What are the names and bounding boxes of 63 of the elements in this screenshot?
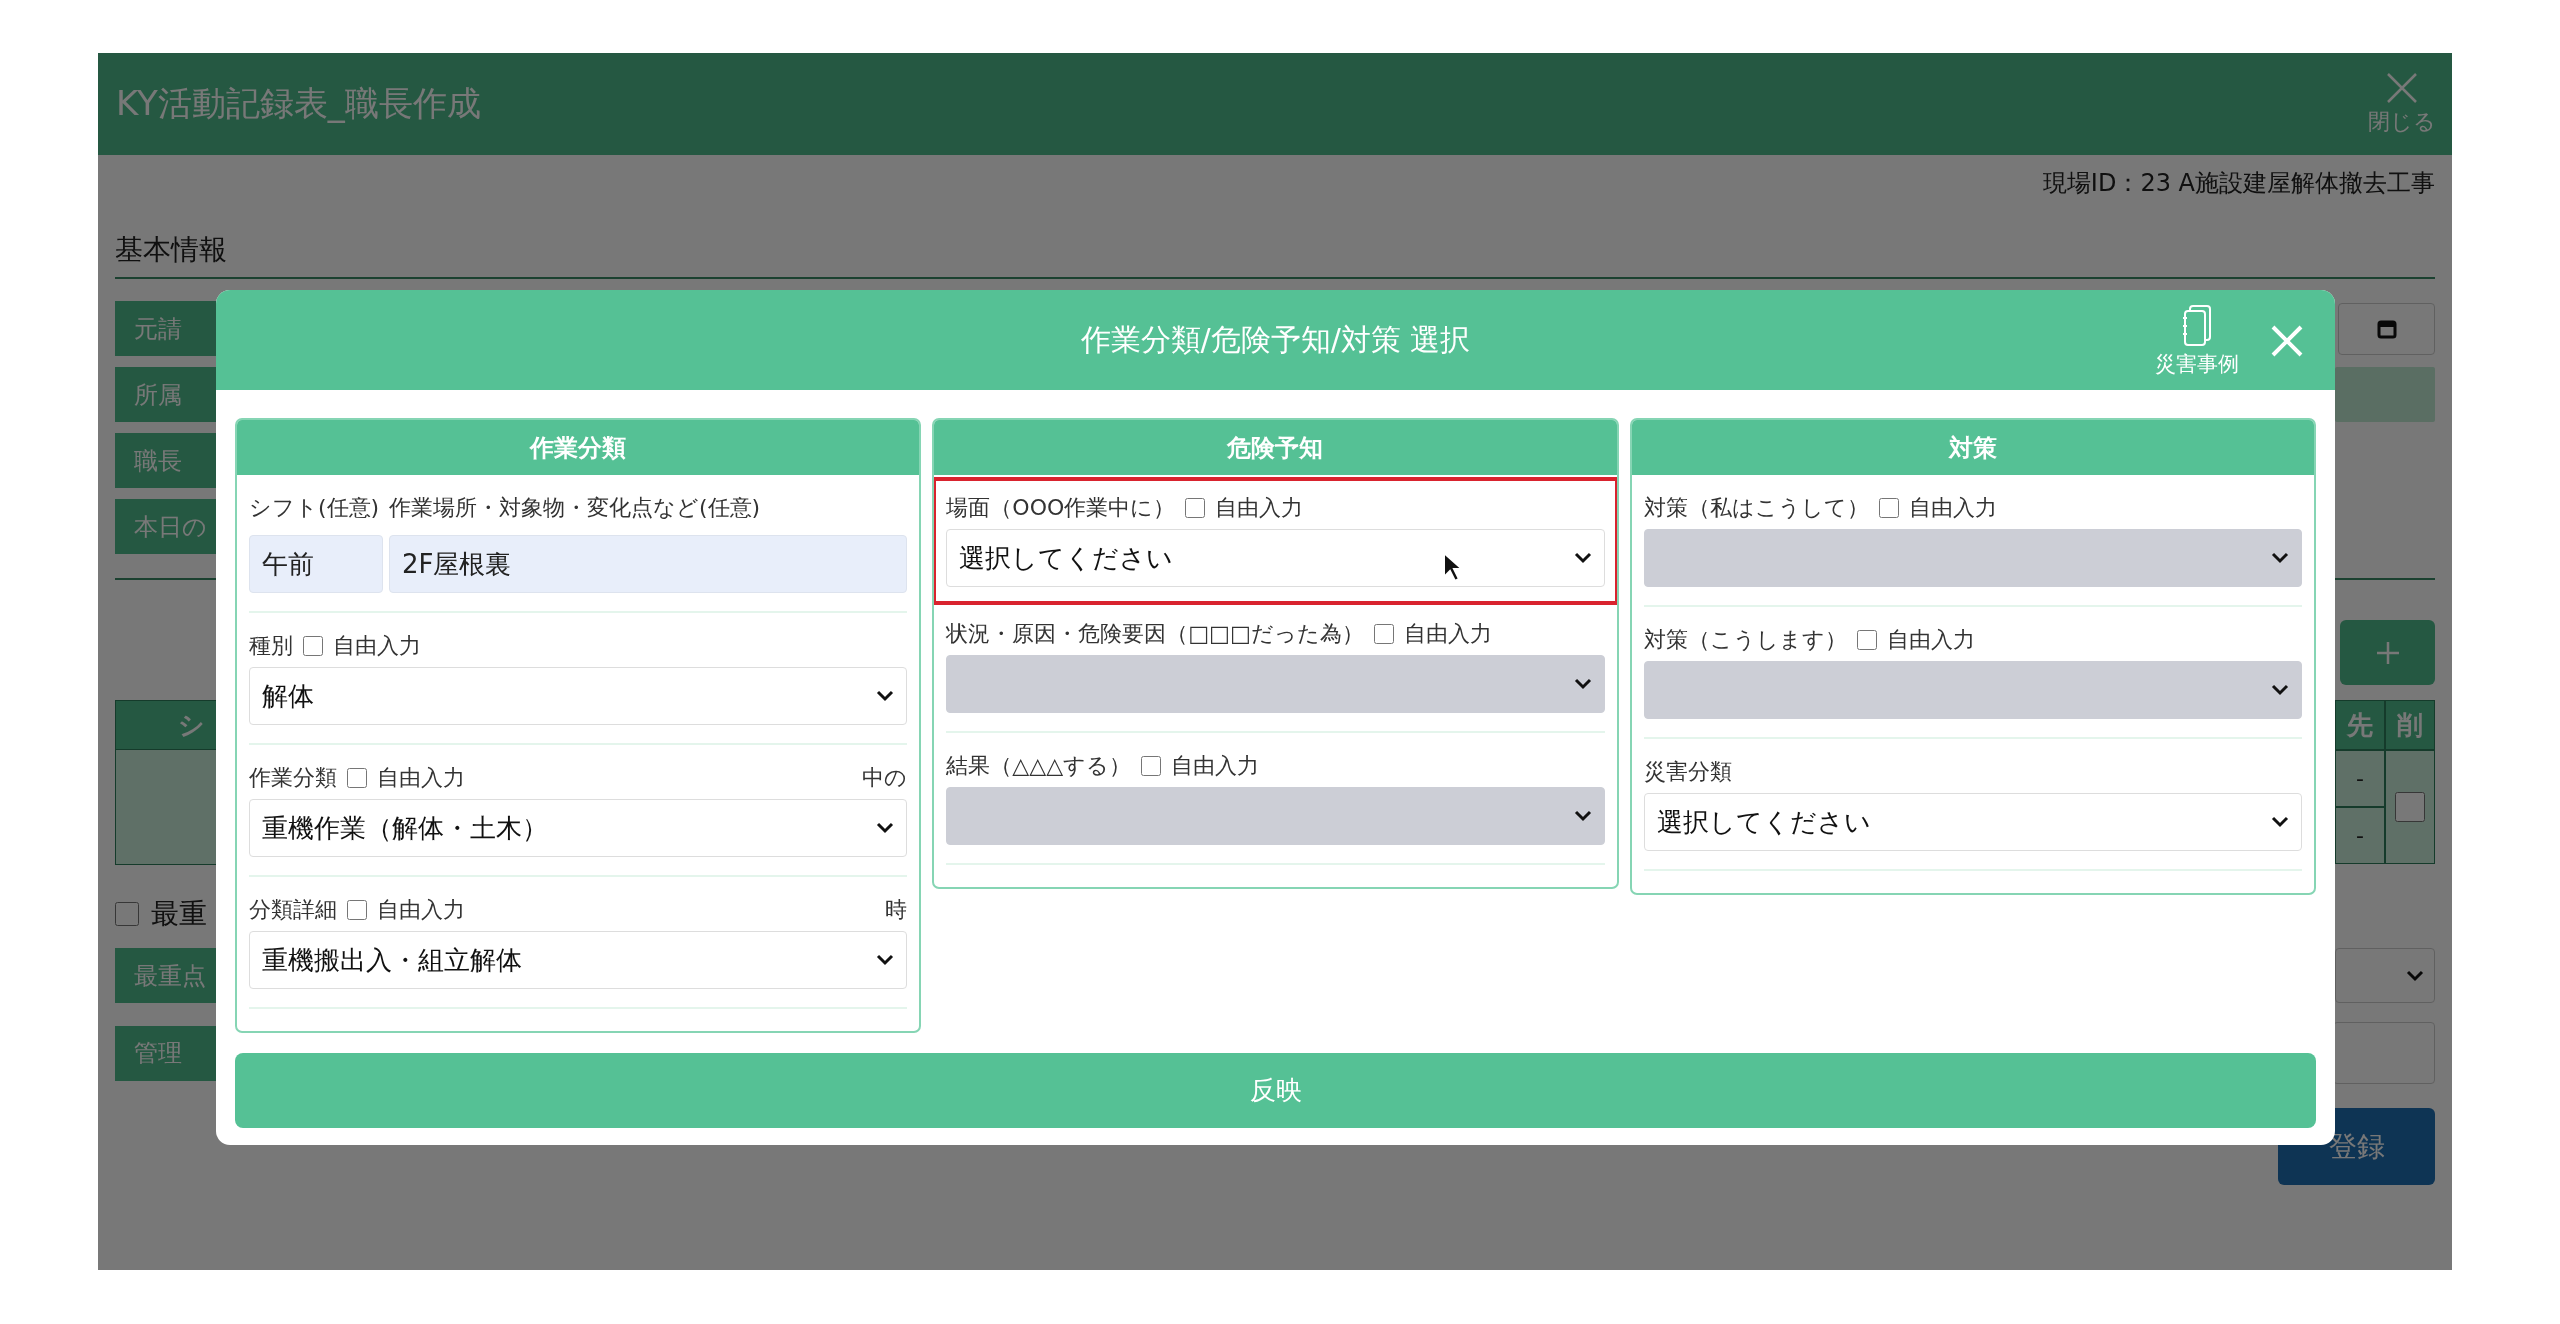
priority-checkbox[interactable] [115, 902, 139, 926]
checkbox-label: 自由入力 [1908, 494, 1997, 522]
checkbox-label: 自由入力 [377, 896, 465, 924]
checkbox-label: 自由入力 [333, 632, 421, 660]
chevron-down-icon [876, 690, 895, 702]
field-note: 時 [885, 896, 908, 924]
free-input-checkbox[interactable] [1185, 498, 1206, 518]
chevron-down-icon [876, 954, 895, 966]
column-header: 対策 [1631, 420, 2314, 475]
field-label: 分類詳細 [249, 896, 337, 924]
field-label: 場面（OOO作業中に） [946, 494, 1176, 522]
field-label: 対策（私はこうして） [1643, 494, 1869, 522]
chevron-down-icon [1573, 810, 1592, 822]
field-label: 災害分類 [1643, 758, 1732, 786]
column-header: 作業分類 [237, 420, 920, 475]
modal-title: 作業分類/危険予知/対策 選択 [1080, 320, 1471, 359]
select-field[interactable]: 解体 [249, 667, 908, 725]
checkbox-label: 自由入力 [377, 764, 465, 792]
text-field[interactable] [2333, 1022, 2435, 1084]
chevron-down-icon [2271, 552, 2289, 564]
documents-icon [2182, 304, 2212, 348]
free-input-checkbox[interactable] [303, 636, 323, 656]
delete-checkbox[interactable] [2395, 792, 2425, 822]
select-field[interactable]: 重機搬出入・組立解体 [249, 931, 908, 989]
site-id: 現場ID：23 A施設建屋解体撤去工事 [2041, 168, 2435, 199]
field-label: 対策（こうします） [1643, 626, 1847, 654]
section-title: 基本情報 [115, 231, 2435, 279]
chevron-down-icon [1573, 552, 1592, 564]
select-field[interactable]: 選択してください [946, 529, 1605, 587]
table-cell: - [2335, 750, 2385, 807]
close-button[interactable] [2269, 323, 2305, 359]
field-label: 作業分類 [249, 764, 337, 792]
checkbox-label: 自由入力 [1886, 626, 1975, 654]
select-field[interactable] [2335, 948, 2435, 1003]
app-title: KY活動記録表_職長作成 [116, 82, 481, 125]
table-header: 削 [2385, 700, 2435, 750]
table-cell: - [2335, 807, 2385, 864]
field-label: 種別 [249, 632, 293, 660]
close-icon [2269, 323, 2305, 359]
free-input-checkbox[interactable] [347, 768, 367, 788]
checkbox-label: 自由入力 [1215, 494, 1304, 522]
checkbox-label: 最重 [151, 896, 207, 932]
plus-icon [2374, 639, 2401, 666]
chevron-down-icon [1573, 678, 1592, 690]
select-field[interactable]: 重機作業（解体・土木） [249, 799, 908, 857]
chevron-down-icon [876, 822, 895, 834]
select-field[interactable]: 選択してください [1643, 793, 2302, 851]
table-header: 先 [2335, 700, 2385, 750]
checkbox-label: 自由入力 [1403, 620, 1492, 648]
chevron-down-icon [2271, 816, 2289, 828]
field-label: 結果（△△△する） [946, 752, 1132, 780]
field-label: 状況・原因・危険要因（□□□だった為） [946, 620, 1364, 648]
column-header: 危険予知 [934, 420, 1617, 475]
checkbox-label: 自由入力 [1171, 752, 1260, 780]
text-field[interactable]: 午前 [249, 535, 383, 593]
field-note: 中の [862, 764, 908, 792]
chevron-down-icon [2406, 969, 2424, 982]
chevron-down-icon [2271, 684, 2289, 696]
text-field[interactable]: 2F屋根裏 [389, 535, 908, 593]
close-icon [2385, 71, 2419, 105]
date-field[interactable] [2338, 302, 2435, 355]
calendar-icon [2376, 318, 2397, 339]
free-input-checkbox[interactable] [347, 900, 367, 920]
